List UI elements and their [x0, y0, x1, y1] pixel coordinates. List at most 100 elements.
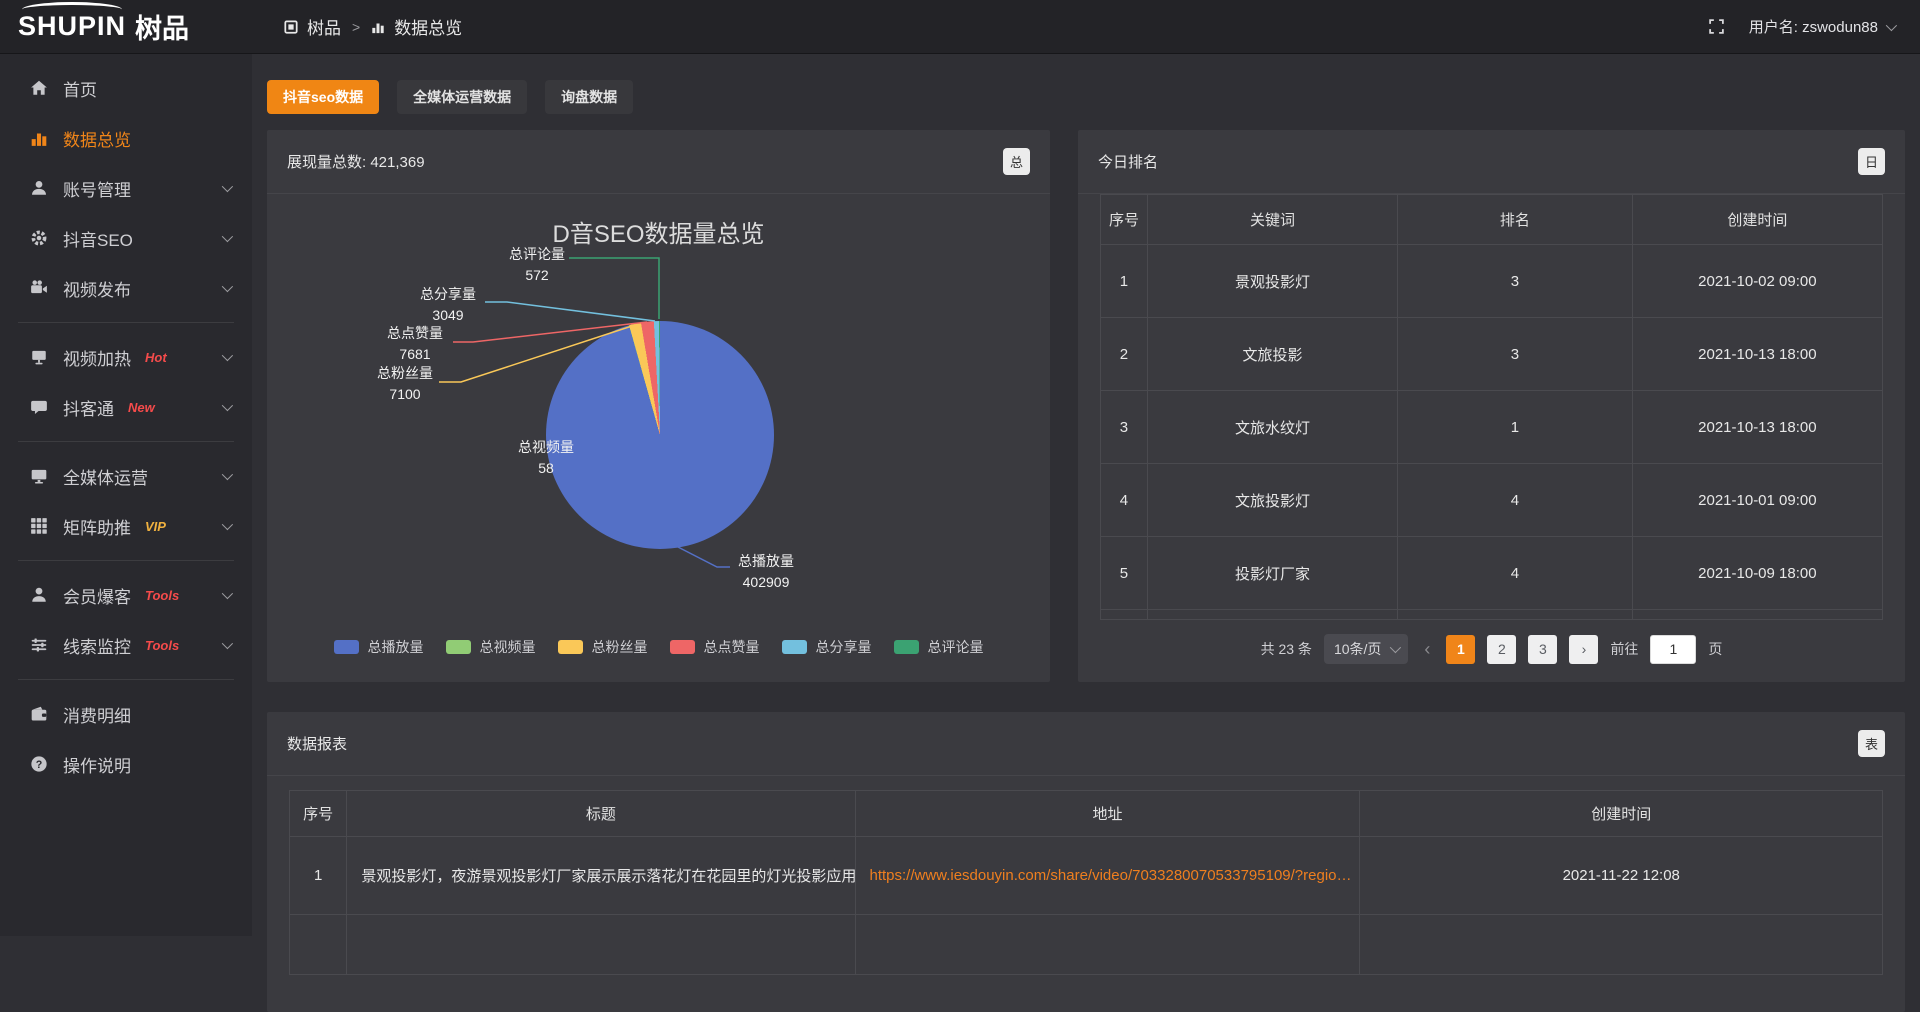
sidebar-item-video-publish[interactable]: 视频发布 — [0, 263, 252, 313]
sidebar-divider — [18, 679, 234, 680]
pie-label-shares: 总分享量3049 — [420, 284, 476, 326]
total-count-label: 共 23 条 — [1261, 639, 1312, 659]
pie-chart: D音SEO数据量总览 总评论量572 总分享量3049 总点赞量7681 — [267, 194, 1050, 682]
sidebar-item-video-heat[interactable]: 视频加热 Hot — [0, 332, 252, 382]
pagination: 共 23 条 10条/页 ‹ 1 2 3 › 前往 页 — [1078, 634, 1905, 664]
legend-swatch — [334, 640, 359, 654]
legend-swatch — [782, 640, 807, 654]
chat-icon — [30, 398, 48, 416]
grid-icon — [30, 517, 48, 535]
legend-item-fans[interactable]: 总粉丝量 — [558, 637, 648, 657]
day-toggle-button[interactable]: 日 — [1858, 148, 1885, 175]
seo-overview-panel: 展现量总数: 421,369 总 D音SEO数据量总览 总评论量572 总分享量… — [267, 130, 1050, 682]
screen-icon — [30, 348, 48, 366]
impressions-total-label: 展现量总数: 421,369 — [287, 151, 425, 172]
page-size-select[interactable]: 10条/页 — [1324, 634, 1408, 664]
sidebar-divider — [18, 441, 234, 442]
table-row-clipped — [1101, 610, 1883, 620]
table-row: 4文旅投影灯42021-10-01 09:00 — [1101, 464, 1883, 537]
chevron-down-icon — [222, 638, 233, 649]
chevron-down-icon — [222, 469, 233, 480]
username-label: 用户名: zswodun88 — [1749, 16, 1878, 37]
topbar: SHUPIN 树品 树品 > 数据总览 用户名: zswodun88 — [0, 0, 1920, 54]
sliders-icon — [30, 636, 48, 654]
sidebar-item-douyin-seo[interactable]: 抖音SEO — [0, 213, 252, 263]
sidebar-item-douketong[interactable]: 抖客通 New — [0, 382, 252, 432]
page-button-2[interactable]: 2 — [1487, 635, 1516, 664]
logo-text: SHUPIN — [18, 11, 126, 42]
vip-badge: VIP — [145, 519, 166, 534]
pie-callout-lines — [267, 194, 1050, 682]
pie-label-fans: 总粉丝量7100 — [377, 363, 433, 405]
page-button-3[interactable]: 3 — [1528, 635, 1557, 664]
sidebar: 首页 数据总览 账号管理 抖音SEO 视频发布 视频加热 Hot 抖客通 New… — [0, 54, 252, 936]
question-icon: ? — [30, 755, 48, 773]
goto-suffix-label: 页 — [1708, 639, 1722, 659]
legend-item-shares[interactable]: 总分享量 — [782, 637, 872, 657]
bar-chart-icon — [371, 20, 385, 34]
square-icon — [284, 20, 298, 34]
tab-douyin-seo-data[interactable]: 抖音seo数据 — [267, 80, 379, 114]
member-icon — [30, 586, 48, 604]
ranking-table: 序号 关键词 排名 创建时间 1景观投影灯32021-10-02 09:00 2… — [1100, 194, 1883, 620]
legend-item-comments[interactable]: 总评论量 — [894, 637, 984, 657]
chart-legend: 总播放量 总视频量 总粉丝量 总点赞量 总分享量 总评论量 — [267, 637, 1050, 657]
next-page-icon[interactable]: › — [1569, 635, 1598, 664]
svg-text:?: ? — [36, 759, 43, 771]
legend-item-plays[interactable]: 总播放量 — [334, 637, 424, 657]
sidebar-item-account[interactable]: 账号管理 — [0, 163, 252, 213]
gear-icon — [30, 229, 48, 247]
user-menu[interactable]: 用户名: zswodun88 — [1749, 16, 1894, 37]
hot-badge: Hot — [145, 350, 167, 365]
video-title-cell: 景观投影灯，夜游景观投影灯厂家展示展示落花灯在花园里的灯光投影应用效果 # — [347, 837, 855, 915]
pie-label-plays: 总播放量402909 — [738, 551, 794, 593]
table-header-row: 序号 关键词 排名 创建时间 — [1101, 195, 1883, 245]
chevron-down-icon — [222, 400, 233, 411]
table-row: 2文旅投影32021-10-13 18:00 — [1101, 318, 1883, 391]
sidebar-item-help[interactable]: ? 操作说明 — [0, 739, 252, 789]
wallet-icon — [30, 705, 48, 723]
chevron-down-icon — [222, 231, 233, 242]
bar-chart-icon — [30, 129, 48, 147]
sidebar-item-home[interactable]: 首页 — [0, 63, 252, 113]
tools-badge: Tools — [145, 638, 179, 653]
table-row: 1 景观投影灯，夜游景观投影灯厂家展示展示落花灯在花园里的灯光投影应用效果 # … — [290, 837, 1883, 915]
main-content: 抖音seo数据 全媒体运营数据 询盘数据 展现量总数: 421,369 总 D音… — [252, 54, 1920, 1012]
total-toggle-button[interactable]: 总 — [1003, 148, 1030, 175]
sidebar-item-data-overview[interactable]: 数据总览 — [0, 113, 252, 163]
report-panel-title: 数据报表 — [287, 733, 347, 754]
legend-item-likes[interactable]: 总点赞量 — [670, 637, 760, 657]
fullscreen-icon[interactable] — [1708, 18, 1725, 35]
pie-label-likes: 总点赞量7681 — [387, 323, 443, 365]
video-url-link[interactable]: https://www.iesdouyin.com/share/video/70… — [870, 867, 1352, 884]
breadcrumb-root[interactable]: 树品 — [307, 14, 341, 39]
breadcrumb-current: 数据总览 — [394, 14, 462, 39]
page-button-1[interactable]: 1 — [1446, 635, 1475, 664]
sidebar-item-lead-monitor[interactable]: 线索监控 Tools — [0, 620, 252, 670]
report-table: 序号 标题 地址 创建时间 1 景观投影灯，夜游景观投影灯厂家展示展示落花灯在花… — [289, 790, 1883, 975]
chevron-down-icon — [1886, 19, 1897, 30]
monitor-icon — [30, 467, 48, 485]
table-toggle-button[interactable]: 表 — [1858, 730, 1885, 757]
chevron-down-icon — [222, 281, 233, 292]
pie-label-comments: 总评论量572 — [509, 244, 565, 286]
sidebar-item-spending-detail[interactable]: 消费明细 — [0, 689, 252, 739]
today-ranking-panel: 今日排名 日 序号 关键词 排名 创建时间 1景观投影灯32021-10-02 … — [1078, 130, 1905, 682]
goto-page-input[interactable] — [1650, 635, 1696, 664]
legend-item-videos[interactable]: 总视频量 — [446, 637, 536, 657]
sidebar-item-media-operation[interactable]: 全媒体运营 — [0, 451, 252, 501]
data-report-panel: 数据报表 表 序号 标题 地址 创建时间 1 景观投影灯，夜游景观投影灯厂家展示… — [267, 712, 1905, 1012]
sidebar-item-matrix-boost[interactable]: 矩阵助推 VIP — [0, 501, 252, 551]
table-row: 3文旅水纹灯12021-10-13 18:00 — [1101, 391, 1883, 464]
prev-page-icon[interactable]: ‹ — [1420, 639, 1434, 660]
logo-cn-text: 树品 — [135, 7, 189, 46]
sidebar-item-member-burst[interactable]: 会员爆客 Tools — [0, 570, 252, 620]
chevron-down-icon — [222, 350, 233, 361]
data-tabs: 抖音seo数据 全媒体运营数据 询盘数据 — [267, 80, 1905, 114]
video-camera-icon — [30, 279, 48, 297]
legend-swatch — [894, 640, 919, 654]
breadcrumb-separator: > — [352, 19, 360, 35]
tab-media-operation-data[interactable]: 全媒体运营数据 — [397, 80, 527, 114]
table-row: 1景观投影灯32021-10-02 09:00 — [1101, 245, 1883, 318]
tab-inquiry-data[interactable]: 询盘数据 — [545, 80, 633, 114]
